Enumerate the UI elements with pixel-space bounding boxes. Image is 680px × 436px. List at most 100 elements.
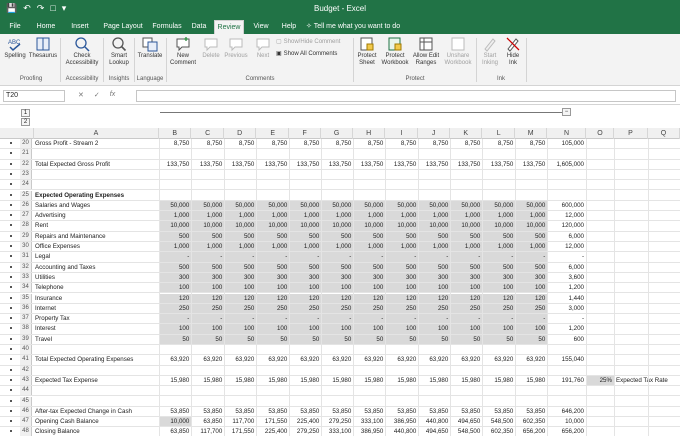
month-value-cell[interactable]: 500: [257, 231, 290, 241]
month-value-cell[interactable]: -: [450, 252, 483, 262]
month-value-cell[interactable]: 1,000: [450, 242, 483, 252]
tab-view[interactable]: View: [250, 20, 272, 34]
row-header[interactable]: 31: [20, 252, 32, 262]
month-value-cell[interactable]: 133,750: [515, 160, 547, 169]
spelling-button[interactable]: ABC Spelling: [3, 36, 27, 60]
month-value-cell[interactable]: -: [321, 252, 354, 262]
total-cell[interactable]: 12,000: [548, 242, 586, 251]
month-value-cell[interactable]: -: [257, 252, 290, 262]
row-label-cell[interactable]: Accounting and Taxes: [34, 263, 158, 272]
tab-data[interactable]: Data: [188, 20, 210, 34]
month-value-cell[interactable]: 1,000: [386, 242, 419, 252]
month-value-cell[interactable]: 117,700: [192, 427, 224, 436]
row-label-cell[interactable]: Internet: [34, 304, 158, 313]
total-cell[interactable]: 3,000: [548, 304, 586, 313]
month-value-cell[interactable]: 225,400: [289, 417, 321, 426]
tab-formulas[interactable]: Formulas: [150, 20, 184, 34]
column-header-a[interactable]: A: [34, 128, 159, 139]
month-value-cell[interactable]: 1,000: [418, 211, 451, 221]
month-value-cell[interactable]: 1,000: [289, 242, 322, 252]
month-value-cell[interactable]: 133,750: [418, 160, 450, 169]
total-cell[interactable]: 600: [548, 335, 586, 344]
month-value-cell[interactable]: 500: [289, 231, 322, 241]
month-value-cell[interactable]: 656,200: [515, 427, 547, 436]
month-value-cell[interactable]: 250: [515, 303, 548, 314]
row-header[interactable]: 41: [20, 355, 32, 365]
month-value-cell[interactable]: 500: [159, 262, 192, 272]
column-header-c[interactable]: C: [192, 128, 225, 139]
month-value-cell[interactable]: 300: [353, 272, 386, 283]
month-value-cell[interactable]: 133,750: [257, 160, 289, 169]
total-cell[interactable]: 10,000: [548, 417, 586, 426]
month-value-cell[interactable]: 50,000: [289, 200, 322, 211]
month-value-cell[interactable]: 250: [483, 303, 516, 314]
month-value-cell[interactable]: 100: [353, 283, 386, 293]
month-value-cell[interactable]: 500: [224, 262, 257, 272]
new-comment-button[interactable]: New Comment: [168, 36, 198, 67]
total-cell[interactable]: -: [548, 252, 586, 261]
month-value-cell[interactable]: 300: [386, 272, 419, 283]
month-value-cell[interactable]: 602,350: [515, 417, 547, 426]
row-header[interactable]: 26: [20, 200, 32, 211]
total-cell[interactable]: [548, 345, 586, 354]
row-label-cell[interactable]: Utilities: [34, 273, 158, 282]
month-value-cell[interactable]: 120: [192, 293, 225, 303]
month-value-cell[interactable]: 50: [257, 334, 290, 344]
month-value-cell[interactable]: 100: [257, 283, 290, 293]
month-value-cell[interactable]: 548,500: [483, 417, 515, 426]
month-value-cell[interactable]: 8,750: [192, 139, 224, 148]
smart-lookup-button[interactable]: Smart Lookup: [106, 36, 132, 67]
column-header-m[interactable]: M: [515, 128, 548, 139]
month-value-cell[interactable]: 133,750: [450, 160, 482, 169]
month-value-cell[interactable]: 100: [418, 324, 451, 334]
row-label-cell[interactable]: After-tax Expected Change in Cash: [34, 407, 158, 416]
month-value-cell[interactable]: 1,000: [159, 242, 192, 252]
month-value-cell[interactable]: 120: [515, 293, 548, 303]
total-cell[interactable]: 191,760: [548, 376, 586, 385]
row-label-cell[interactable]: Total Expected Gross Profit: [34, 160, 158, 169]
column-header-e[interactable]: E: [257, 128, 290, 139]
tell-me-box[interactable]: ✧ Tell me what you want to do: [306, 20, 400, 33]
month-value-cell[interactable]: -: [353, 252, 386, 262]
month-value-cell[interactable]: 53,850: [353, 407, 385, 416]
month-value-cell[interactable]: 50,000: [321, 200, 354, 211]
row-header[interactable]: 44: [20, 386, 32, 396]
row-header[interactable]: 37: [20, 314, 32, 324]
show-all-comments-button[interactable]: ▣ Show All Comments: [276, 50, 337, 58]
month-value-cell[interactable]: 1,000: [224, 242, 257, 252]
row-label-cell[interactable]: Travel: [34, 335, 158, 344]
total-cell[interactable]: 1,200: [548, 283, 586, 292]
month-value-cell[interactable]: 100: [386, 324, 419, 334]
month-value-cell[interactable]: 15,980: [289, 376, 321, 385]
month-value-cell[interactable]: 500: [321, 262, 354, 272]
month-value-cell[interactable]: 1,000: [159, 211, 192, 221]
month-value-cell[interactable]: 100: [192, 324, 225, 334]
total-cell[interactable]: 600,000: [548, 201, 586, 210]
month-value-cell[interactable]: 100: [224, 283, 257, 293]
month-value-cell[interactable]: 250: [321, 303, 354, 314]
month-value-cell[interactable]: 8,750: [289, 139, 321, 148]
row-label-cell[interactable]: Legal: [34, 252, 158, 261]
month-value-cell[interactable]: 63,920: [353, 355, 385, 364]
month-value-cell[interactable]: 15,980: [386, 376, 418, 385]
total-cell[interactable]: 6,000: [548, 232, 586, 241]
month-value-cell[interactable]: 100: [321, 324, 354, 334]
month-value-cell[interactable]: 53,850: [418, 407, 450, 416]
month-value-cell[interactable]: 250: [450, 303, 483, 314]
protect-workbook-button[interactable]: Protect Workbook: [380, 36, 410, 67]
month-value-cell[interactable]: 500: [386, 262, 419, 272]
column-header-g[interactable]: G: [321, 128, 354, 139]
collapse-column-group-button[interactable]: −: [562, 108, 571, 116]
column-header-l[interactable]: L: [483, 128, 516, 139]
month-value-cell[interactable]: 100: [386, 283, 419, 293]
month-value-cell[interactable]: 500: [418, 231, 451, 241]
month-value-cell[interactable]: 133,750: [192, 160, 224, 169]
month-value-cell[interactable]: 15,980: [418, 376, 450, 385]
month-value-cell[interactable]: 63,920: [159, 355, 191, 364]
column-header-n[interactable]: N: [548, 128, 586, 139]
month-value-cell[interactable]: 120: [386, 293, 419, 303]
month-value-cell[interactable]: 120: [224, 293, 257, 303]
month-value-cell[interactable]: 100: [483, 283, 516, 293]
month-value-cell[interactable]: 50,000: [450, 200, 483, 211]
month-value-cell[interactable]: -: [418, 252, 451, 262]
